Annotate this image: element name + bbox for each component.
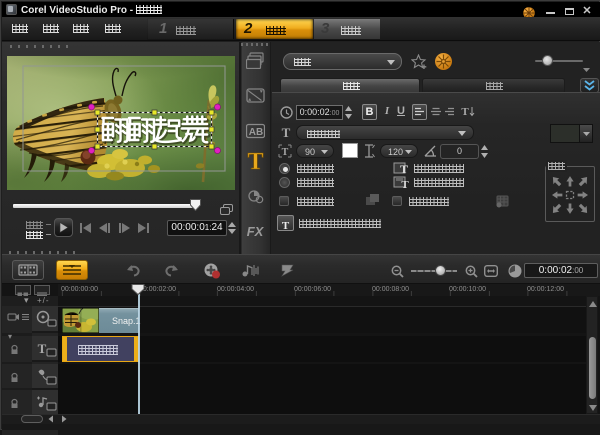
svg-text:T: T bbox=[282, 147, 289, 158]
svg-text:T: T bbox=[400, 162, 408, 175]
svg-text:T: T bbox=[282, 126, 291, 139]
svg-text:T: T bbox=[38, 341, 47, 356]
svg-text:T: T bbox=[401, 179, 409, 189]
svg-text:T: T bbox=[247, 149, 263, 173]
svg-text:FX: FX bbox=[247, 224, 265, 239]
svg-text:AB: AB bbox=[249, 127, 263, 138]
svg-text:T: T bbox=[461, 106, 469, 118]
